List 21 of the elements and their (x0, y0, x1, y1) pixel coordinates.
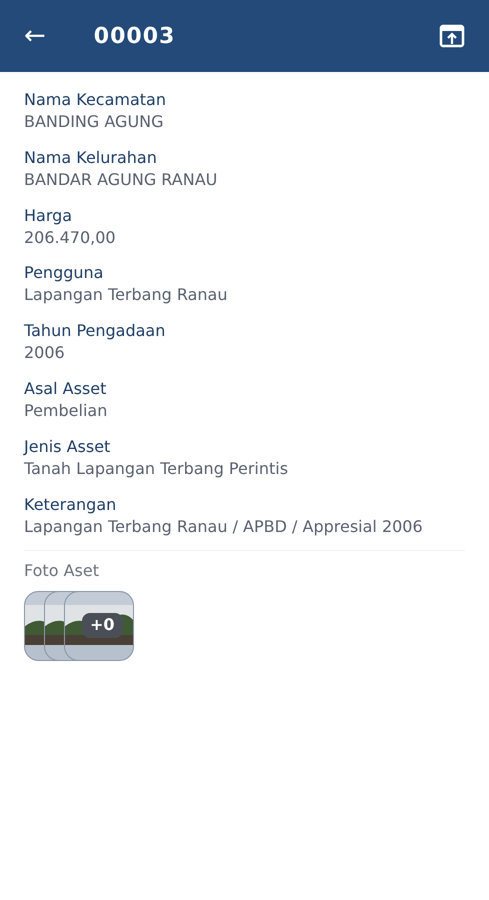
field-value: BANDING AGUNG (24, 112, 165, 133)
field-label: Tahun Pengadaan (24, 320, 166, 342)
field-label: Jenis Asset (24, 436, 112, 458)
share-icon[interactable] (439, 24, 465, 48)
field-label: Keterangan (24, 494, 118, 516)
field-value: 2006 (24, 343, 66, 364)
photo-count: +0 (82, 613, 123, 638)
field-value: 206.470,00 (24, 228, 117, 248)
field-label: Harga (24, 204, 74, 227)
field-label: Asal Asset (24, 378, 108, 400)
field-value: Tanah Lapangan Terbang Perintis (24, 458, 290, 480)
section-label: Foto Aset (24, 560, 100, 582)
back-button[interactable]: ← (24, 23, 46, 49)
page-title: 00003 (94, 22, 176, 50)
field-value: Pembelian (24, 400, 108, 422)
field-value: BANDAR AGUNG RANAU (24, 170, 218, 191)
field-label: Nama Kelurahan (24, 146, 158, 169)
field-label: Nama Kecamatan (24, 89, 167, 111)
field-value: Lapangan Terbang Ranau (24, 285, 228, 306)
field-value: Lapangan Terbang Ranau / APBD / Appresial 2006 (24, 516, 424, 538)
field-label: Pengguna (24, 262, 104, 284)
